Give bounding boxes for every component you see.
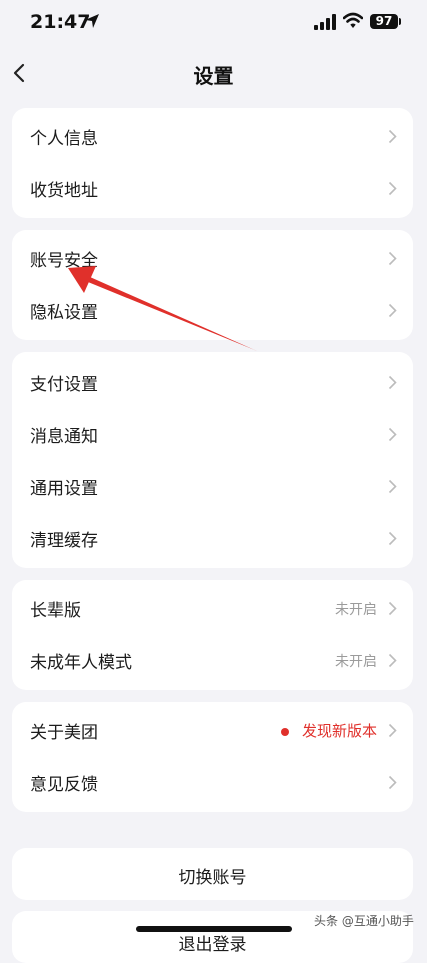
chevron-right-icon [388, 653, 397, 668]
settings-item-label: 账号安全 [30, 251, 98, 271]
settings-item-status: 未开启 [335, 654, 377, 670]
chevron-right-icon [388, 427, 397, 442]
new-version-dot [281, 728, 289, 736]
settings-item-label: 个人信息 [30, 129, 98, 149]
settings-item-label: 清理缓存 [30, 531, 98, 551]
wifi-icon [343, 12, 363, 28]
chevron-right-icon [388, 251, 397, 266]
settings-item-clear-cache[interactable]: 清理缓存 [12, 512, 413, 564]
settings-item-about[interactable]: 关于美团 发现新版本 [12, 704, 413, 756]
chevron-right-icon [388, 303, 397, 318]
settings-item-feedback[interactable]: 意见反馈 [12, 756, 413, 808]
settings-item-payment[interactable]: 支付设置 [12, 356, 413, 408]
chevron-right-icon [388, 129, 397, 144]
settings-item-label: 通用设置 [30, 479, 98, 499]
settings-group-about: 关于美团 发现新版本 意见反馈 [12, 702, 413, 812]
watermark: 头条 @互通小助手 [314, 914, 414, 928]
battery-icon: 97 [370, 14, 398, 29]
settings-item-notifications[interactable]: 消息通知 [12, 408, 413, 460]
settings-item-general[interactable]: 通用设置 [12, 460, 413, 512]
location-arrow-icon [85, 14, 99, 28]
battery-tip [399, 18, 401, 25]
settings-item-status: 未开启 [335, 602, 377, 618]
settings-group-modes: 长辈版 未开启 未成年人模式 未开启 [12, 580, 413, 690]
settings-item-label: 支付设置 [30, 375, 98, 395]
chevron-right-icon [388, 181, 397, 196]
home-indicator [136, 926, 292, 932]
nav-bar: 设置 [0, 50, 427, 96]
settings-item-shipping-address[interactable]: 收货地址 [12, 162, 413, 214]
settings-item-minor-mode[interactable]: 未成年人模式 未开启 [12, 634, 413, 686]
settings-item-label: 收货地址 [30, 181, 98, 201]
settings-item-label: 意见反馈 [30, 775, 98, 795]
settings-item-label: 未成年人模式 [30, 653, 132, 673]
page-title: 设置 [193, 64, 234, 88]
chevron-right-icon [388, 723, 397, 738]
settings-group-security: 账号安全 隐私设置 [12, 230, 413, 340]
chevron-right-icon [388, 479, 397, 494]
settings-group-general: 支付设置 消息通知 通用设置 清理缓存 [12, 352, 413, 568]
status-bar: 21:47 97 [0, 0, 427, 48]
logout-label: 退出登录 [178, 935, 247, 955]
switch-account-label: 切换账号 [178, 868, 247, 888]
settings-group-profile: 个人信息 收货地址 [12, 108, 413, 218]
settings-item-privacy[interactable]: 隐私设置 [12, 284, 413, 336]
settings-item-account-security[interactable]: 账号安全 [12, 232, 413, 284]
settings-item-label: 消息通知 [30, 427, 98, 447]
chevron-right-icon [388, 375, 397, 390]
settings-item-label: 关于美团 [30, 723, 98, 743]
chevron-right-icon [388, 601, 397, 616]
settings-item-label: 长辈版 [30, 601, 81, 621]
settings-item-label: 隐私设置 [30, 303, 98, 323]
switch-account-button[interactable]: 切换账号 [12, 848, 413, 900]
settings-item-personal-info[interactable]: 个人信息 [12, 110, 413, 162]
new-version-badge: 发现新版本 [301, 722, 377, 740]
status-time: 21:47 [30, 11, 91, 33]
chevron-right-icon [388, 531, 397, 546]
settings-item-elder-mode[interactable]: 长辈版 未开启 [12, 582, 413, 634]
chevron-right-icon [388, 775, 397, 790]
cellular-signal-icon [314, 14, 336, 30]
